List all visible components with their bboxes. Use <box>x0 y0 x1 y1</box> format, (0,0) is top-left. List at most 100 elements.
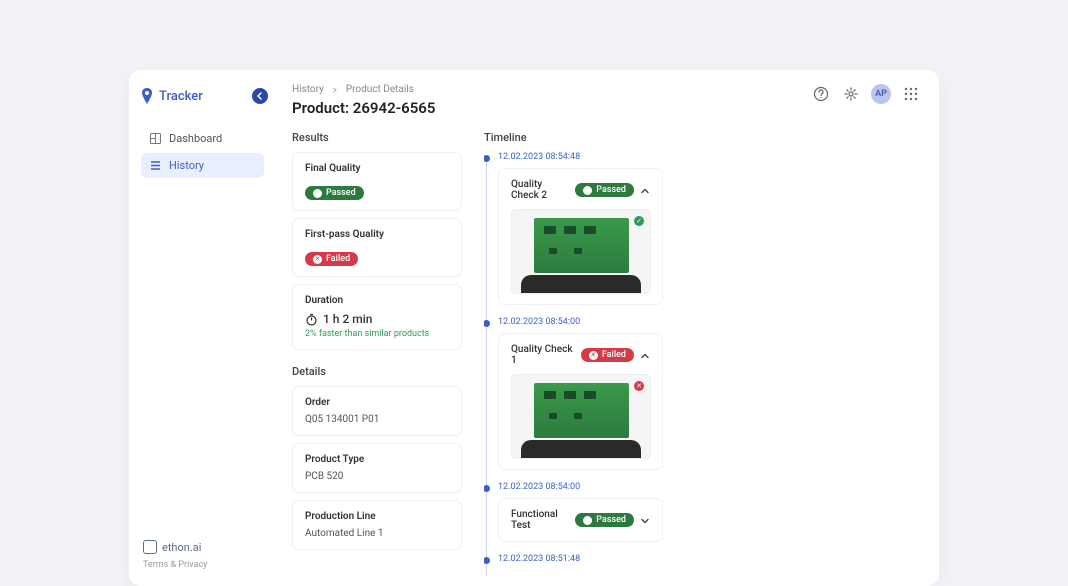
main: History Product Details Product: 26942-6… <box>274 70 939 586</box>
card-label: Product Type <box>305 454 449 465</box>
status-badge: ✓Passed <box>575 183 634 197</box>
status-badge: ✕Failed <box>305 252 358 266</box>
first-pass-card: First-pass Quality ✕Failed <box>292 218 462 277</box>
sidebar: Tracker Dashboard History ethon.ai Terms… <box>129 70 274 586</box>
timeline-time: 12.02.2023 08:51:48 <box>498 554 921 564</box>
collapse-button[interactable] <box>640 181 650 200</box>
timeline-dot-icon <box>484 320 490 327</box>
sidebar-item-dashboard[interactable]: Dashboard <box>141 126 264 151</box>
timeline-title: Timeline <box>484 131 921 144</box>
right-column: Timeline 12.02.2023 08:54:48 Quality Che… <box>484 131 921 586</box>
breadcrumb: History Product Details <box>292 84 435 95</box>
timeline-dot-icon <box>484 155 490 162</box>
timeline-time: 12.02.2023 08:54:00 <box>498 482 921 492</box>
apps-grid-icon <box>904 87 918 101</box>
timeline-item: 12.02.2023 08:54:00 Functional Test ✓Pas… <box>498 482 921 542</box>
top-actions: AP <box>811 84 921 104</box>
status-badge: ✕Failed <box>581 348 634 362</box>
details-title: Details <box>292 365 462 378</box>
sidebar-footer: ethon.ai Terms & Privacy <box>141 534 264 576</box>
timeline: 12.02.2023 08:54:48 Quality Check 2 ✓Pas… <box>484 152 921 576</box>
help-button[interactable] <box>811 84 831 104</box>
product-type-card: Product Type PCB 520 <box>292 443 462 493</box>
card-label: Production Line <box>305 511 449 522</box>
timeline-dot-icon <box>484 557 490 564</box>
timeline-header: Functional Test ✓Passed <box>511 509 650 531</box>
sidebar-item-history[interactable]: History <box>141 153 264 178</box>
x-icon: ✕ <box>589 351 598 360</box>
results-title: Results <box>292 131 462 144</box>
chevron-up-icon <box>640 186 650 196</box>
check-icon: ✓ <box>313 189 322 198</box>
chevron-up-icon <box>640 351 650 361</box>
history-icon <box>149 160 161 172</box>
topbar: History Product Details Product: 26942-6… <box>274 70 939 125</box>
order-card: Order Q05 134001 P01 <box>292 386 462 436</box>
help-icon <box>813 86 829 102</box>
card-value: PCB 520 <box>305 471 449 482</box>
timeline-card-title: Functional Test <box>511 509 569 531</box>
app-window: Tracker Dashboard History ethon.ai Terms… <box>129 70 939 586</box>
card-label: Duration <box>305 295 449 306</box>
timeline-card-title: Quality Check 2 <box>511 179 569 201</box>
check-icon: ✓ <box>583 516 592 525</box>
timeline-item: 12.02.2023 08:54:48 Quality Check 2 ✓Pas… <box>498 152 921 305</box>
stopwatch-icon <box>305 313 318 326</box>
timeline-card: Quality Check 1 ✕Failed ✕ <box>498 333 663 470</box>
page-title: Product: 26942-6565 <box>292 99 435 117</box>
nav: Dashboard History <box>141 126 264 178</box>
timeline-item: 12.02.2023 08:54:00 Quality Check 1 ✕Fai… <box>498 317 921 470</box>
image-status-bad-icon: ✕ <box>634 381 644 391</box>
status-badge: ✓Passed <box>305 186 364 200</box>
check-icon: ✓ <box>583 186 592 195</box>
timeline-time: 12.02.2023 08:54:48 <box>498 152 921 162</box>
heading-block: History Product Details Product: 26942-6… <box>292 84 435 117</box>
timeline-card: Functional Test ✓Passed <box>498 498 663 542</box>
apps-button[interactable] <box>901 84 921 104</box>
timeline-item: 12.02.2023 08:51:48 <box>498 554 921 564</box>
x-icon: ✕ <box>313 255 322 264</box>
timeline-card: Quality Check 2 ✓Passed ✓ <box>498 168 663 305</box>
chevron-right-icon <box>332 87 338 93</box>
gear-icon <box>843 86 859 102</box>
avatar[interactable]: AP <box>871 84 891 104</box>
status-badge: ✓Passed <box>575 513 634 527</box>
timeline-time: 12.02.2023 08:54:00 <box>498 317 921 327</box>
brand-name: ethon.ai <box>162 541 201 554</box>
app-name: Tracker <box>159 89 203 104</box>
content: Results Final Quality ✓Passed First-pass… <box>274 125 939 586</box>
card-label: First-pass Quality <box>305 229 449 240</box>
settings-button[interactable] <box>841 84 861 104</box>
breadcrumb-parent[interactable]: History <box>292 84 324 95</box>
timeline-header: Quality Check 1 ✕Failed <box>511 344 650 366</box>
inspection-image[interactable]: ✓ <box>511 209 651 294</box>
collapse-sidebar-button[interactable] <box>252 88 268 104</box>
timeline-card-title: Quality Check 1 <box>511 344 575 366</box>
breadcrumb-current: Product Details <box>346 84 414 95</box>
card-value: Automated Line 1 <box>305 528 449 539</box>
chevron-down-icon <box>640 516 650 526</box>
timeline-header: Quality Check 2 ✓Passed <box>511 179 650 201</box>
card-label: Order <box>305 397 449 408</box>
duration-card: Duration 1 h 2 min 2% faster than simila… <box>292 284 462 350</box>
dashboard-icon <box>149 133 161 145</box>
terms-link[interactable]: Terms & Privacy <box>143 560 262 570</box>
sidebar-item-label: Dashboard <box>169 132 222 145</box>
left-column: Results Final Quality ✓Passed First-pass… <box>292 131 462 586</box>
collapse-button[interactable] <box>640 346 650 365</box>
sidebar-item-label: History <box>169 159 204 172</box>
image-status-ok-icon: ✓ <box>634 216 644 226</box>
card-value: Q05 134001 P01 <box>305 414 449 425</box>
duration-value: 1 h 2 min <box>305 312 449 326</box>
pin-icon <box>141 88 153 104</box>
chevron-left-icon <box>256 92 264 100</box>
brand-footer: ethon.ai <box>143 540 262 554</box>
ethon-logo-icon <box>143 540 157 554</box>
logo: Tracker <box>141 88 264 104</box>
expand-button[interactable] <box>640 511 650 530</box>
inspection-image[interactable]: ✕ <box>511 374 651 459</box>
timeline-dot-icon <box>484 485 490 492</box>
duration-note: 2% faster than similar products <box>305 329 449 339</box>
final-quality-card: Final Quality ✓Passed <box>292 152 462 211</box>
card-label: Final Quality <box>305 163 449 174</box>
